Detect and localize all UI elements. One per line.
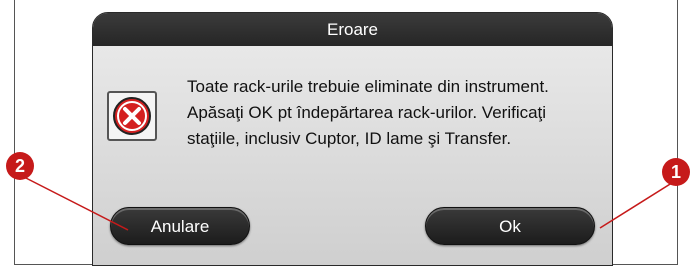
callout-leaders: [19, 174, 676, 231]
callout-badge-2: 2: [6, 152, 34, 180]
callout-badge-1: 1: [662, 158, 690, 186]
